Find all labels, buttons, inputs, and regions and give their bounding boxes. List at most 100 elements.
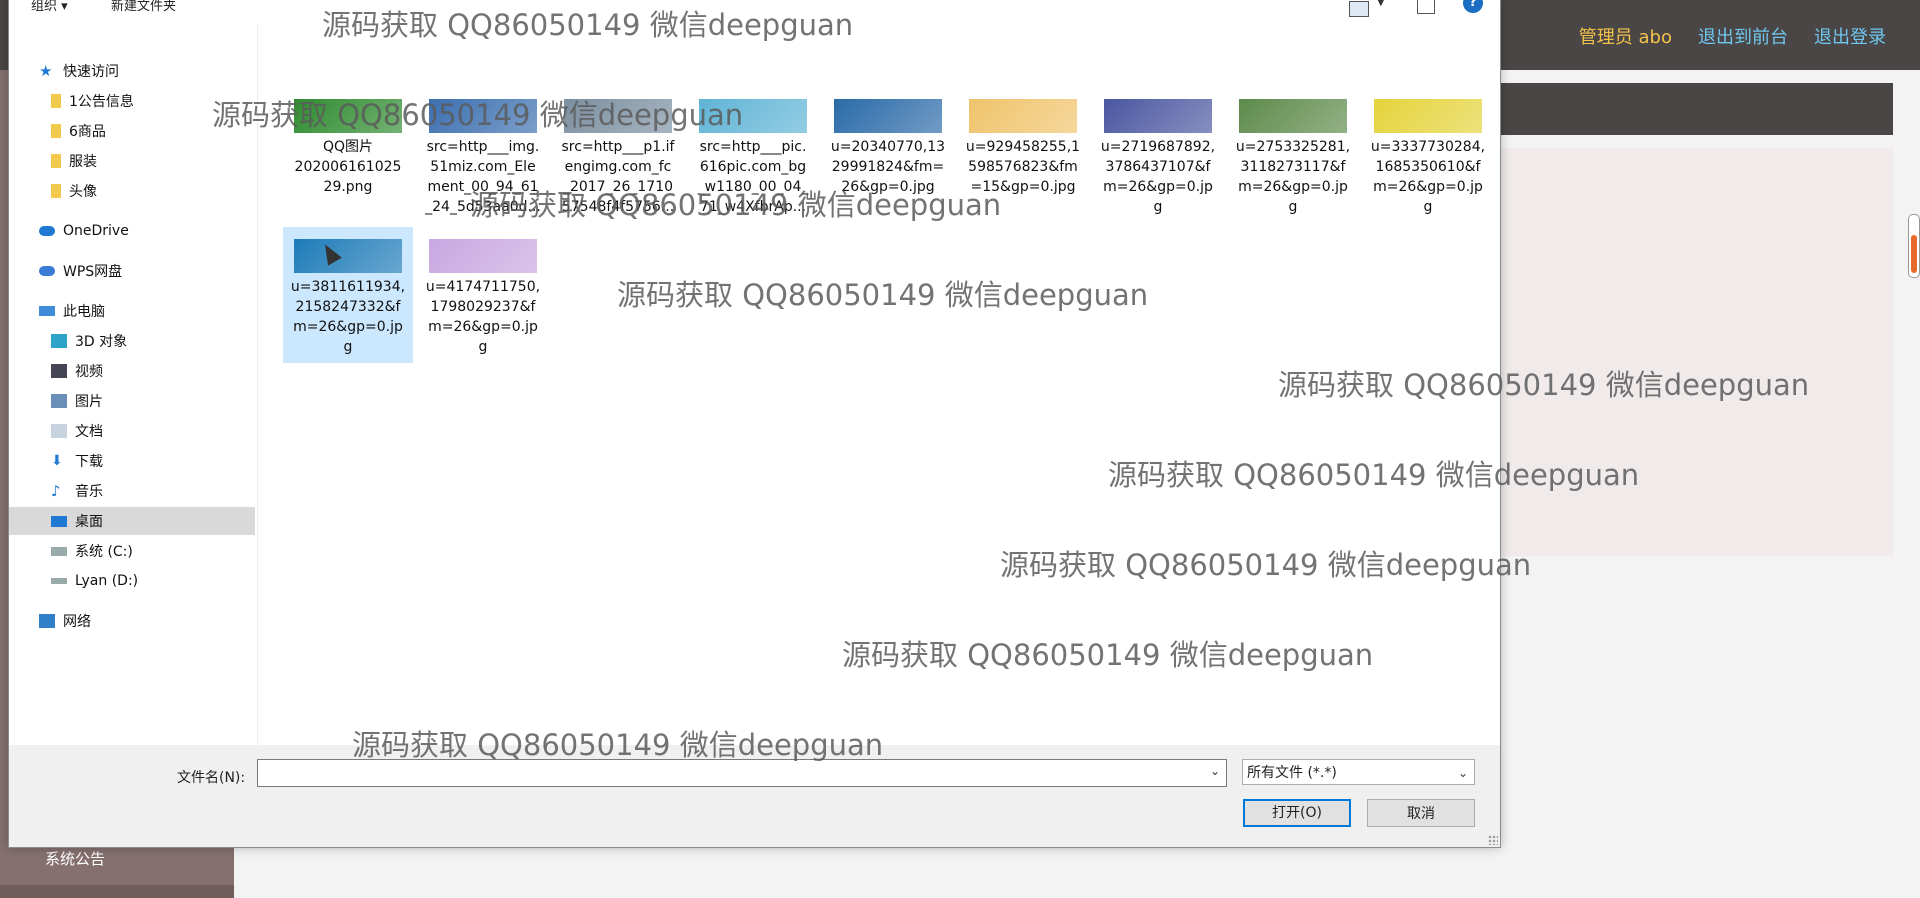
file-name-line: 3118273117&f	[1240, 159, 1346, 175]
resize-grip-icon[interactable]	[1488, 835, 1498, 845]
chevron-down-icon[interactable]: ⌄	[1458, 760, 1468, 786]
nav-label: 下载	[75, 454, 103, 470]
file-name: u=4174711750, 1798029237&f m=26&gp=0.jp g	[418, 277, 548, 357]
nav-label: OneDrive	[63, 223, 129, 239]
exit-to-front-link[interactable]: 退出到前台	[1698, 23, 1788, 49]
file-name-line: 3786437107&f	[1105, 159, 1211, 175]
file-name-line: src=http___p1.if	[561, 139, 675, 155]
nav-label: 视频	[75, 364, 103, 380]
filename-label: 文件名(N):	[177, 770, 246, 786]
folder-icon	[51, 124, 61, 138]
file-name-line: g	[1423, 199, 1433, 215]
file-name-line: u=2753325281,	[1235, 139, 1351, 155]
help-icon[interactable]: ?	[1463, 0, 1483, 13]
nav-label: 6商品	[69, 124, 106, 140]
content-header-bar	[1500, 83, 1893, 135]
watermark-text: 源码获取 QQ86050149 微信deepguan	[1108, 458, 1640, 492]
file-name-line: src=http___pic.	[699, 139, 807, 155]
nav-label: 网络	[63, 614, 91, 630]
file-item[interactable]: u=4174711750, 1798029237&f m=26&gp=0.jp g	[418, 227, 548, 363]
file-name-line: 202006161025	[294, 159, 402, 175]
nav-pc-item[interactable]: 图片	[51, 387, 241, 415]
view-mode-icon[interactable]	[1349, 1, 1369, 17]
file-item[interactable]: u=2719687892, 3786437107&f m=26&gp=0.jp g	[1093, 87, 1223, 223]
nav-onedrive[interactable]: OneDrive	[39, 217, 239, 245]
file-name: u=2753325281, 3118273117&f m=26&gp=0.jp g	[1228, 137, 1358, 217]
new-folder-button[interactable]: 新建文件夹	[111, 0, 176, 14]
drive-icon	[51, 578, 67, 584]
file-name-line: g	[478, 339, 488, 355]
cancel-button[interactable]: 取消	[1367, 799, 1475, 827]
file-name: u=2719687892, 3786437107&f m=26&gp=0.jp g	[1093, 137, 1223, 217]
image-thumbnail	[834, 99, 942, 133]
watermark-text: 源码获取 QQ86050149 微信deepguan	[212, 98, 744, 132]
file-name: u=3337730284, 1685350610&f m=26&gp=0.jp g	[1363, 137, 1493, 217]
nav-pc-item[interactable]: 系统 (C:)	[51, 537, 241, 565]
nav-this-pc[interactable]: 此电脑	[39, 297, 239, 325]
nav-pc-item[interactable]: 视频	[51, 357, 241, 385]
sidebar-item-announcements[interactable]: 系统公告	[45, 848, 105, 869]
watermark-text: 源码获取 QQ86050149 微信deepguan	[842, 638, 1374, 672]
nav-label: 此电脑	[63, 304, 105, 320]
computer-icon	[39, 306, 55, 316]
nav-label: Lyan (D:)	[75, 573, 139, 589]
nav-pc-item[interactable]: Lyan (D:)	[51, 567, 241, 595]
file-name-line: 51miz.com_Ele	[430, 159, 536, 175]
music-icon: ♪	[51, 482, 61, 500]
file-name-line: u=4174711750,	[425, 279, 541, 295]
organize-menu[interactable]: 组织 ▾	[31, 0, 68, 14]
nav-folder-item[interactable]: 服装	[51, 147, 241, 175]
file-name-line: m=26&gp=0.jp	[1103, 179, 1213, 195]
logout-link[interactable]: 退出登录	[1814, 23, 1886, 49]
document-icon	[51, 424, 67, 438]
view-mode-caret-icon[interactable]: ▼	[1377, 0, 1385, 8]
desktop-icon	[51, 515, 67, 527]
filetype-value: 所有文件 (*.*)	[1247, 765, 1337, 781]
file-name-line: u=2719687892,	[1100, 139, 1216, 155]
cloud-icon	[39, 226, 55, 236]
watermark-text: 源码获取 QQ86050149 微信deepguan	[322, 8, 854, 42]
filetype-select[interactable]: 所有文件 (*.*) ⌄	[1242, 759, 1475, 785]
image-thumbnail	[1239, 99, 1347, 133]
nav-pc-item[interactable]: ⬇ 下载	[51, 447, 241, 475]
file-name-line: 1798029237&f	[430, 299, 536, 315]
file-item[interactable]: u=3811611934, 2158247332&f m=26&gp=0.jp g	[283, 227, 413, 363]
folder-icon	[51, 184, 61, 198]
nav-label: 桌面	[75, 514, 103, 530]
watermark-text: 源码获取 QQ86050149 微信deepguan	[470, 188, 1002, 222]
nav-quick-access[interactable]: ★ 快速访问	[39, 57, 239, 85]
file-name-line: g	[1288, 199, 1298, 215]
video-icon	[51, 364, 67, 378]
file-name-line: u=929458255,1	[965, 139, 1081, 155]
file-name-line: m=26&gp=0.jp	[1238, 179, 1348, 195]
nav-pc-item-desktop[interactable]: 桌面	[9, 507, 255, 535]
file-name-line: u=20340770,13	[830, 139, 946, 155]
nav-label: 音乐	[75, 484, 103, 500]
nav-pc-item[interactable]: ♪ 音乐	[51, 477, 241, 505]
file-name: QQ图片 202006161025 29.png	[283, 137, 413, 197]
nav-folder-item[interactable]: 头像	[51, 177, 241, 205]
image-thumbnail	[1374, 99, 1482, 133]
nav-label: 图片	[75, 394, 103, 410]
content-panel	[1500, 148, 1893, 556]
nav-wps[interactable]: WPS网盘	[39, 257, 239, 285]
image-thumbnail	[294, 239, 402, 273]
sidebar-item-next[interactable]	[0, 885, 234, 898]
nav-label: WPS网盘	[63, 264, 123, 280]
file-name-line: src=http___img.	[426, 139, 540, 155]
page-scrollbar[interactable]	[1908, 214, 1920, 278]
preview-pane-icon[interactable]	[1417, 0, 1435, 14]
watermark-text: 源码获取 QQ86050149 微信deepguan	[617, 278, 1149, 312]
topbar-links: 管理员 abo 退出到前台 退出登录	[1579, 23, 1886, 49]
file-item[interactable]: u=3337730284, 1685350610&f m=26&gp=0.jp g	[1363, 87, 1493, 223]
file-name-line: g	[1153, 199, 1163, 215]
open-button[interactable]: 打开(O)	[1243, 799, 1351, 827]
nav-network[interactable]: 网络	[39, 607, 239, 635]
chevron-down-icon[interactable]: ⌄	[1210, 764, 1220, 778]
nav-pc-item[interactable]: 3D 对象	[51, 327, 241, 355]
file-item[interactable]: u=2753325281, 3118273117&f m=26&gp=0.jp g	[1228, 87, 1358, 223]
drive-icon	[51, 546, 67, 556]
nav-pc-item[interactable]: 文档	[51, 417, 241, 445]
admin-label: 管理员 abo	[1578, 27, 1672, 48]
file-name-line: g	[343, 339, 353, 355]
